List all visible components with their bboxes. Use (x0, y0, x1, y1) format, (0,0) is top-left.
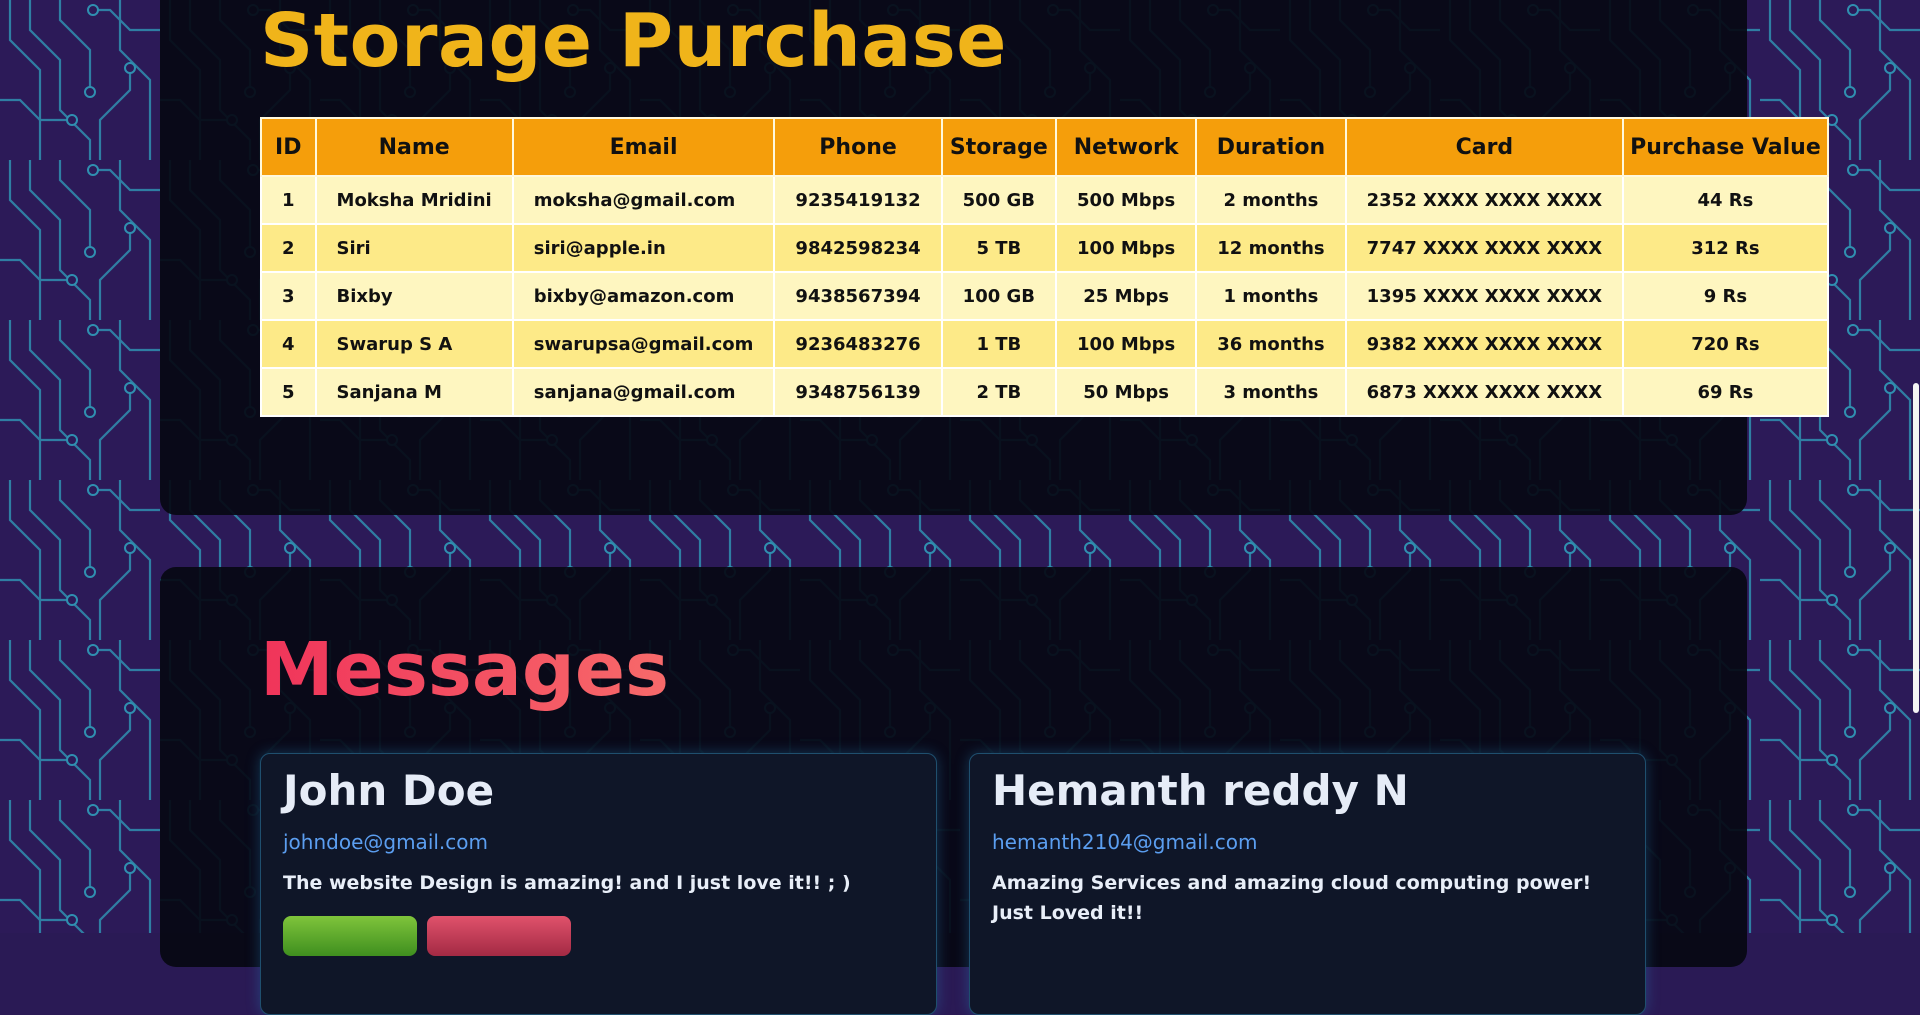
cell-duration: 36 months (1195, 319, 1347, 369)
approve-button[interactable] (283, 916, 417, 956)
cell-card: 6873 XXXX XXXX XXXX (1344, 367, 1625, 417)
cell-purchase-value: 44 Rs (1622, 175, 1829, 225)
cell-purchase-value: 312 Rs (1622, 223, 1829, 273)
cell-phone: 9236483276 (773, 319, 943, 369)
delete-button[interactable] (427, 916, 571, 956)
table-row: 1 Moksha Mridini moksha@gmail.com 923541… (260, 175, 1829, 225)
cell-id: 2 (260, 223, 317, 273)
cell-id: 4 (260, 319, 317, 369)
page-scrollbar[interactable] (1910, 0, 1920, 933)
message-text: Amazing Services and amazing cloud compu… (992, 872, 1592, 924)
cell-network: 500 Mbps (1055, 175, 1198, 225)
column-header-network: Network (1055, 117, 1198, 177)
column-header-duration: Duration (1195, 117, 1347, 177)
cell-storage: 2 TB (940, 367, 1058, 417)
cell-name: Sanjana M (314, 367, 514, 417)
storage-purchase-title: Storage Purchase (260, 0, 1007, 84)
table-row: 5 Sanjana M sanjana@gmail.com 9348756139… (260, 367, 1829, 417)
cell-email: swarupsa@gmail.com (511, 319, 776, 369)
storage-purchase-table: ID Name Email Phone Storage Network Dura… (260, 117, 1829, 417)
column-header-name: Name (314, 117, 514, 177)
table-row: 2 Siri siri@apple.in 9842598234 5 TB 100… (260, 223, 1829, 273)
cell-id: 3 (260, 271, 317, 321)
cell-phone: 9438567394 (773, 271, 943, 321)
messages-title: Messages (260, 627, 670, 713)
cell-network: 50 Mbps (1055, 367, 1198, 417)
cell-storage: 100 GB (940, 271, 1058, 321)
cell-name: Moksha Mridini (314, 175, 514, 225)
cell-storage: 500 GB (940, 175, 1058, 225)
cell-phone: 9235419132 (773, 175, 943, 225)
cell-id: 5 (260, 367, 317, 417)
cell-name: Bixby (314, 271, 514, 321)
column-header-purchase-value: Purchase Value (1622, 117, 1829, 177)
cell-duration: 3 months (1195, 367, 1347, 417)
column-header-storage: Storage (940, 117, 1058, 177)
cell-purchase-value: 69 Rs (1622, 367, 1829, 417)
message-sender-name: John Doe (283, 766, 495, 815)
cell-network: 100 Mbps (1055, 319, 1198, 369)
cell-name: Siri (314, 223, 514, 273)
column-header-id: ID (260, 117, 317, 177)
column-header-email: Email (511, 117, 776, 177)
cell-card: 9382 XXXX XXXX XXXX (1344, 319, 1625, 369)
cell-purchase-value: 9 Rs (1622, 271, 1829, 321)
scrollbar-thumb[interactable] (1913, 383, 1919, 713)
cell-email: siri@apple.in (511, 223, 776, 273)
cell-duration: 2 months (1195, 175, 1347, 225)
cell-duration: 12 months (1195, 223, 1347, 273)
cell-email: moksha@gmail.com (511, 175, 776, 225)
cell-card: 2352 XXXX XXXX XXXX (1344, 175, 1625, 225)
storage-panel: Storage Purchase ID Name Email Phone Sto… (160, 0, 1829, 515)
cell-email: bixby@amazon.com (511, 271, 776, 321)
table-header-row: ID Name Email Phone Storage Network Dura… (260, 117, 1829, 177)
messages-panel: Messages John Doe johndoe@gmail.com The … (160, 567, 1747, 1015)
message-card: John Doe johndoe@gmail.com The website D… (260, 753, 937, 1015)
cell-id: 1 (260, 175, 317, 225)
cell-storage: 1 TB (940, 319, 1058, 369)
column-header-phone: Phone (773, 117, 943, 177)
cell-phone: 9348756139 (773, 367, 943, 417)
message-sender-email[interactable]: hemanth2104@gmail.com (992, 830, 1257, 854)
message-text: The website Design is amazing! and I jus… (283, 872, 851, 894)
column-header-card: Card (1344, 117, 1625, 177)
cell-network: 100 Mbps (1055, 223, 1198, 273)
cell-duration: 1 months (1195, 271, 1347, 321)
cell-storage: 5 TB (940, 223, 1058, 273)
cell-name: Swarup S A (314, 319, 514, 369)
message-sender-name: Hemanth reddy N (992, 766, 1409, 815)
message-card: Hemanth reddy N hemanth2104@gmail.com Am… (969, 753, 1646, 1015)
cell-purchase-value: 720 Rs (1622, 319, 1829, 369)
cell-email: sanjana@gmail.com (511, 367, 776, 417)
cell-network: 25 Mbps (1055, 271, 1198, 321)
cell-phone: 9842598234 (773, 223, 943, 273)
cell-card: 1395 XXXX XXXX XXXX (1344, 271, 1625, 321)
cell-card: 7747 XXXX XXXX XXXX (1344, 223, 1625, 273)
table-row: 3 Bixby bixby@amazon.com 9438567394 100 … (260, 271, 1829, 321)
table-row: 4 Swarup S A swarupsa@gmail.com 92364832… (260, 319, 1829, 369)
message-sender-email[interactable]: johndoe@gmail.com (283, 830, 488, 854)
